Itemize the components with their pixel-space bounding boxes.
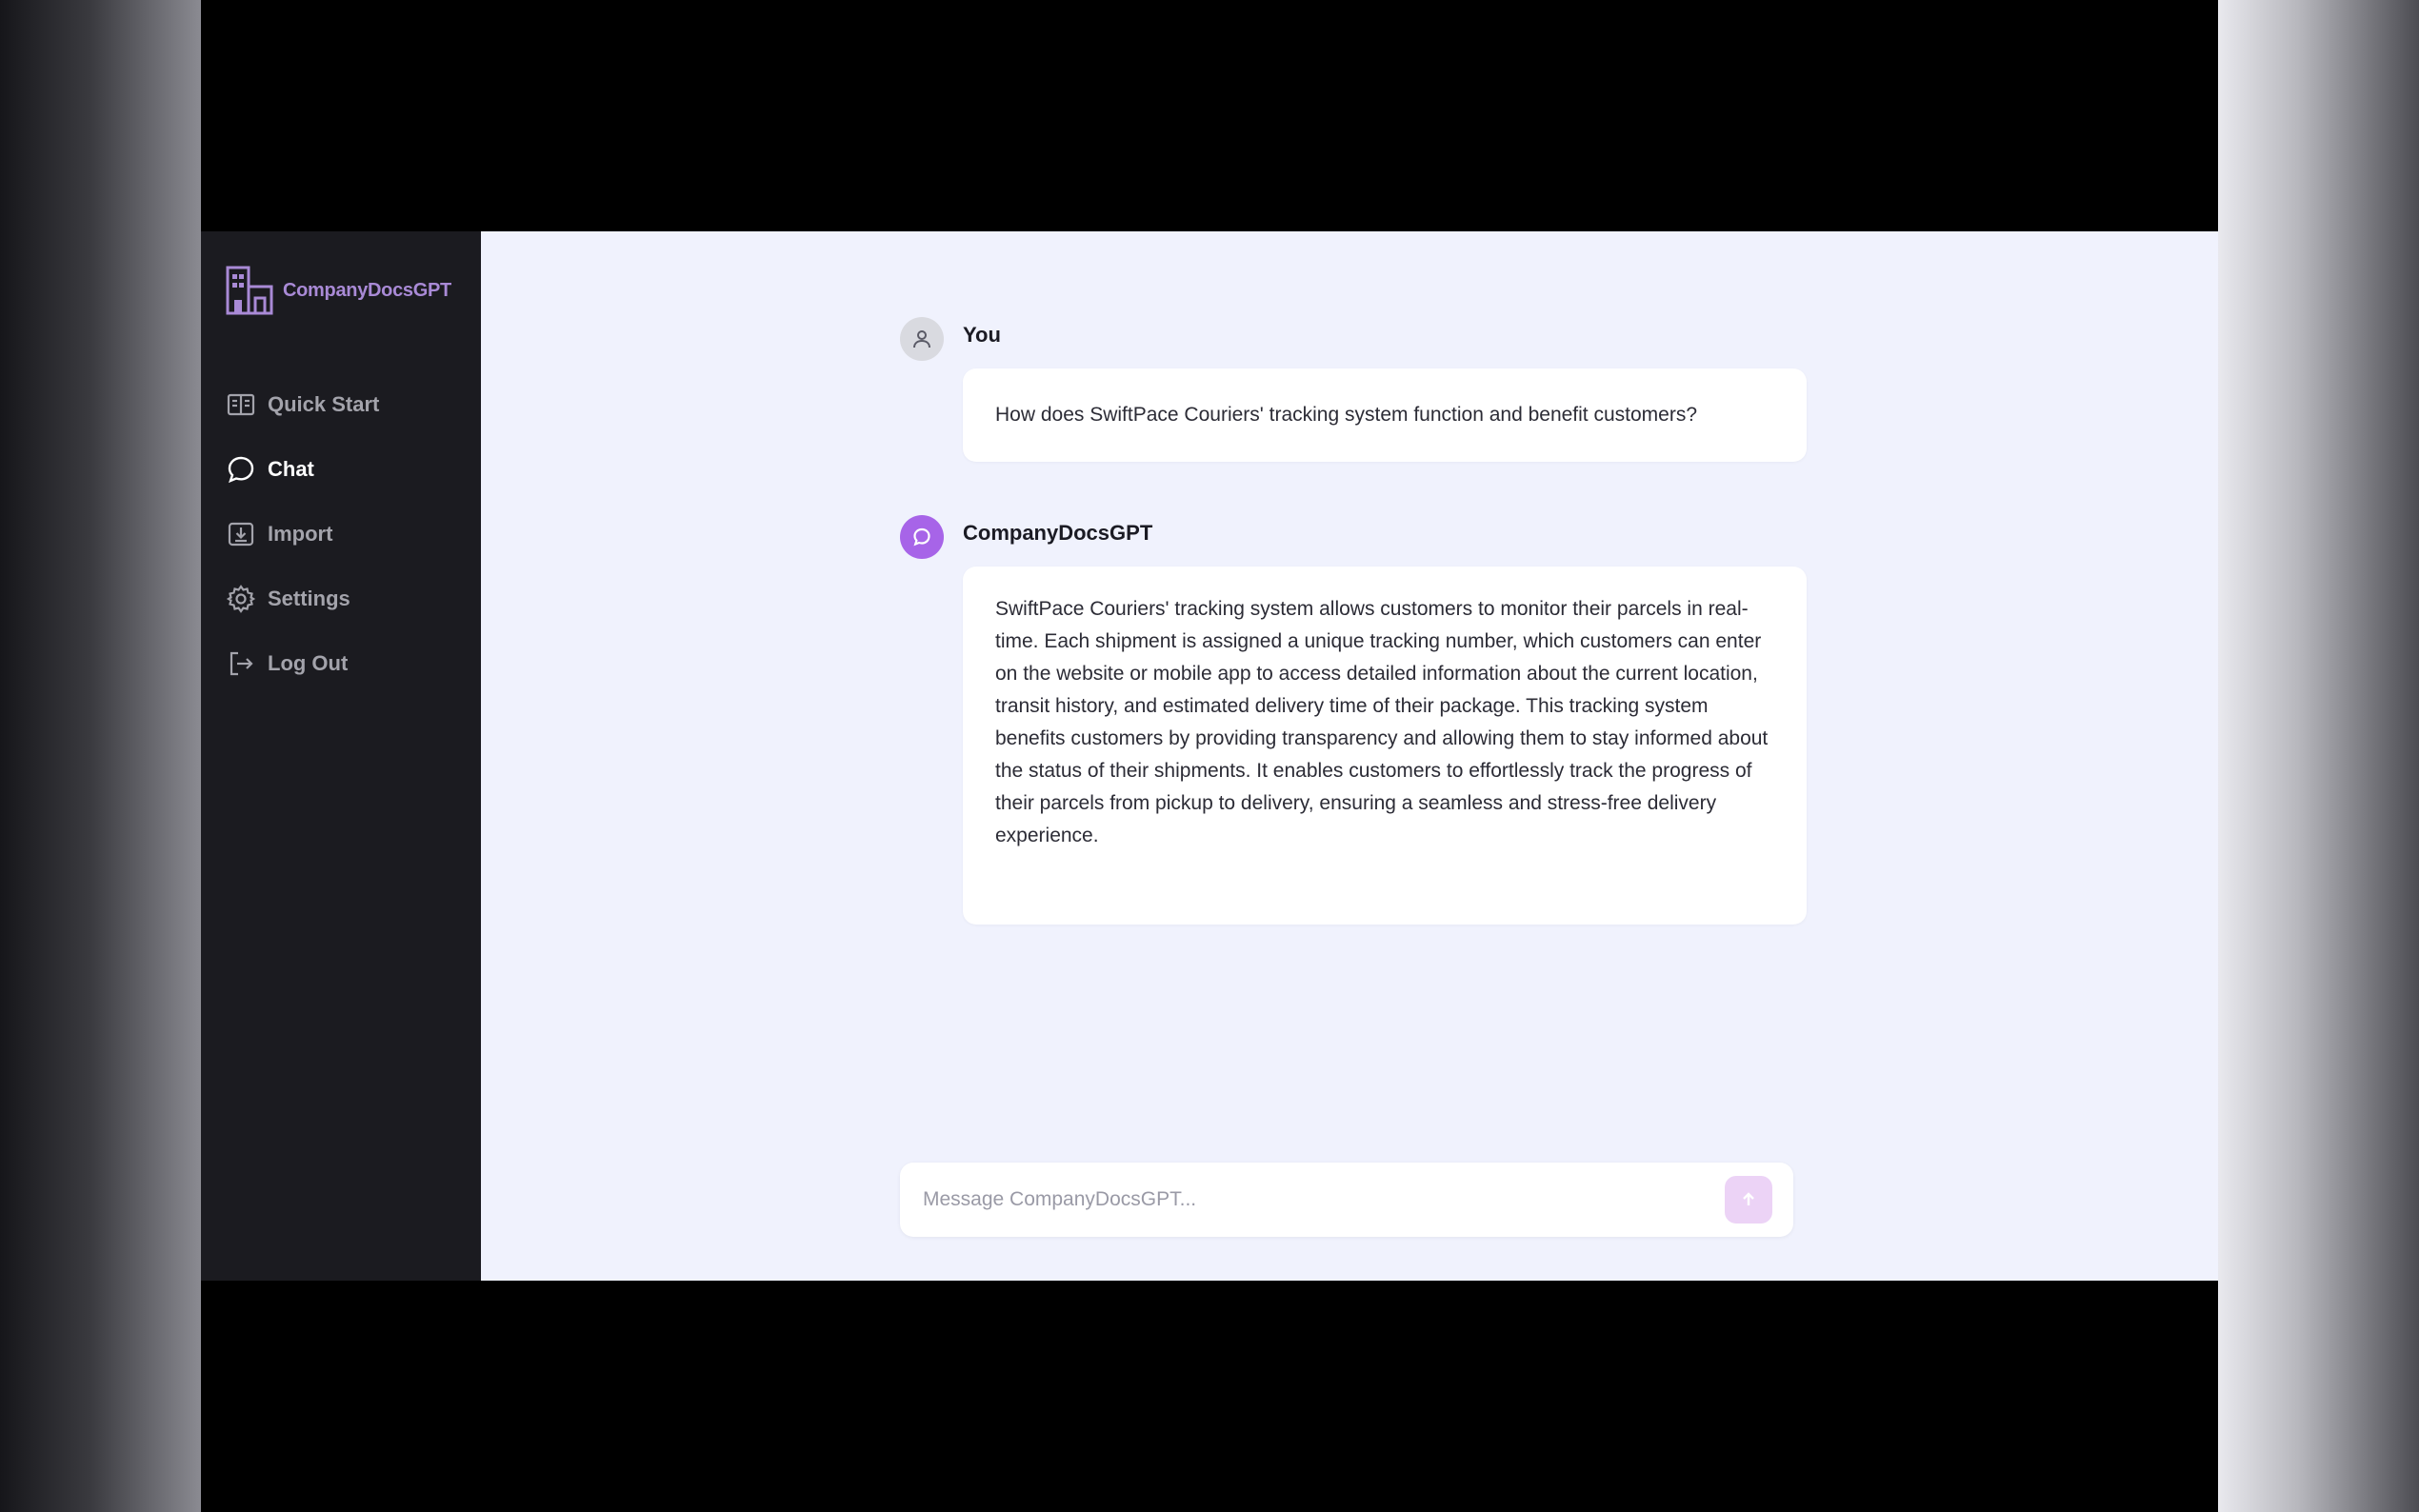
sidebar-item-label: Chat bbox=[268, 457, 314, 481]
sidebar-item-chat[interactable]: Chat bbox=[226, 437, 379, 502]
chat-bubble-icon bbox=[913, 527, 930, 547]
app-window: CompanyDocsGPT Quick Start Chat Import S… bbox=[201, 231, 2218, 1281]
backdrop-right bbox=[2218, 0, 2419, 1512]
chat-bubble-icon bbox=[228, 456, 254, 484]
message-sender: You bbox=[963, 323, 1001, 347]
sidebar-item-quick-start[interactable]: Quick Start bbox=[226, 372, 379, 437]
book-icon bbox=[227, 393, 255, 416]
chat-area: You How does SwiftPace Couriers' trackin… bbox=[481, 231, 2218, 1281]
brand[interactable]: CompanyDocsGPT bbox=[224, 264, 451, 317]
sidebar-item-label: Import bbox=[268, 522, 333, 546]
sidebar-nav: Quick Start Chat Import Settings Log Out bbox=[226, 372, 379, 696]
message-sender: CompanyDocsGPT bbox=[963, 521, 1153, 545]
brand-name: CompanyDocsGPT bbox=[283, 279, 451, 301]
sidebar-item-import[interactable]: Import bbox=[226, 502, 379, 567]
sidebar-item-settings[interactable]: Settings bbox=[226, 567, 379, 631]
gear-icon bbox=[226, 585, 256, 613]
sidebar-item-label: Log Out bbox=[268, 651, 349, 675]
sidebar-item-label: Settings bbox=[268, 587, 350, 610]
message-bubble: How does SwiftPace Couriers' tracking sy… bbox=[963, 368, 1807, 462]
message-composer bbox=[900, 1163, 1793, 1237]
user-icon bbox=[913, 330, 930, 348]
sidebar-item-logout[interactable]: Log Out bbox=[226, 631, 379, 696]
logout-icon bbox=[230, 651, 253, 676]
arrow-up-icon bbox=[1743, 1192, 1754, 1205]
user-avatar bbox=[900, 317, 944, 361]
sidebar-item-label: Quick Start bbox=[268, 392, 380, 416]
message-bubble: SwiftPace Couriers' tracking system allo… bbox=[963, 567, 1807, 925]
message-input[interactable] bbox=[921, 1187, 1725, 1212]
import-icon bbox=[228, 522, 254, 547]
sidebar: CompanyDocsGPT Quick Start Chat Import S… bbox=[201, 231, 481, 1281]
send-button[interactable] bbox=[1725, 1176, 1772, 1224]
assistant-avatar bbox=[900, 515, 944, 559]
backdrop-left bbox=[0, 0, 201, 1512]
building-logo-icon bbox=[226, 266, 273, 315]
